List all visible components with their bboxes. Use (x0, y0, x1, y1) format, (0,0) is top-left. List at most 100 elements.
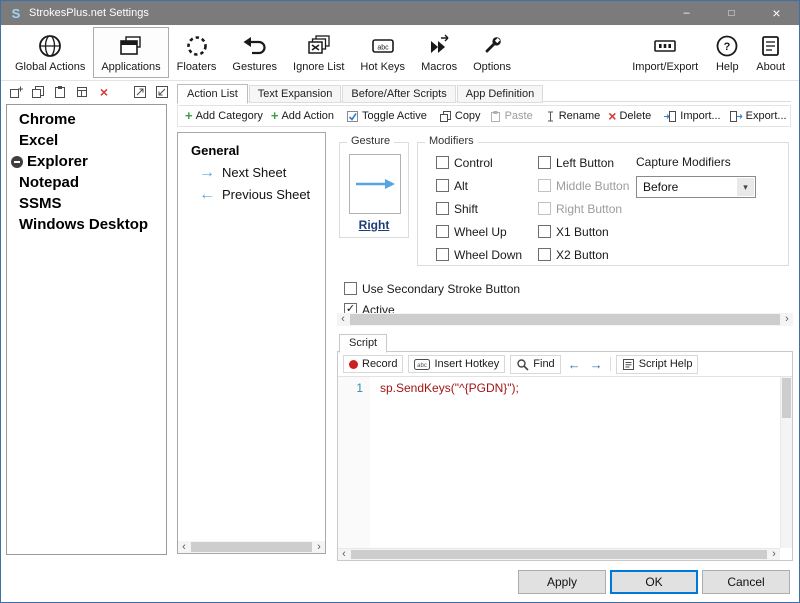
tab-text-expansion[interactable]: Text Expansion (249, 85, 342, 103)
scroll-thumb[interactable] (782, 378, 791, 418)
toolbar-ignore-list[interactable]: Ignore List (285, 27, 352, 78)
maximize-button[interactable] (709, 1, 754, 25)
scroll-thumb[interactable] (350, 314, 780, 325)
scroll-thumb[interactable] (351, 550, 767, 559)
find-button[interactable]: Find (510, 355, 560, 374)
chevron-down-icon[interactable] (737, 178, 754, 196)
navigate-forward-button[interactable] (588, 357, 605, 372)
toolbar-spacer (519, 27, 624, 78)
toolbar-import-export[interactable]: Import/Export (624, 27, 706, 78)
checkbox-box[interactable] (538, 248, 551, 261)
toolbar-gestures[interactable]: Gestures (224, 27, 285, 78)
code-line[interactable]: sp.SendKeys("^{PGDN}"); (370, 377, 519, 548)
toolbar-macros[interactable]: Macros (413, 27, 465, 78)
button-label: Export... (746, 110, 787, 122)
scroll-right-arrow[interactable] (768, 549, 780, 561)
toolbar-floaters[interactable]: Floaters (169, 27, 225, 78)
tree-node-general[interactable]: General (178, 133, 325, 158)
tab-action-list[interactable]: Action List (177, 84, 248, 104)
checkbox-label: Control (454, 156, 493, 170)
script-horizontal-scrollbar[interactable] (338, 548, 780, 560)
tab-script[interactable]: Script (339, 334, 387, 353)
close-button[interactable] (754, 1, 799, 25)
toggle-active-button[interactable]: Toggle Active (342, 109, 431, 124)
paste-application-button[interactable] (51, 84, 69, 100)
tree-node-next-sheet[interactable]: Next Sheet (178, 158, 325, 180)
script-editor[interactable]: 1 sp.SendKeys("^{PGDN}"); (338, 377, 780, 548)
checkbox-box[interactable] (538, 225, 551, 238)
checkbox-alt[interactable]: Alt (436, 174, 522, 197)
delete-application-button[interactable] (95, 84, 113, 100)
toolbar-help[interactable]: ? Help (706, 27, 748, 78)
scroll-right-arrow[interactable] (313, 541, 325, 553)
scroll-thumb[interactable] (191, 542, 312, 552)
script-help-button[interactable]: Script Help (616, 355, 699, 374)
expand-all-button[interactable] (131, 84, 149, 100)
delete-button[interactable]: Delete (604, 108, 655, 125)
export-button[interactable]: Export... (725, 109, 791, 124)
checkbox-box[interactable] (436, 202, 449, 215)
toolbar-applications[interactable]: Applications (93, 27, 168, 78)
scroll-left-arrow[interactable] (338, 549, 350, 561)
tab-before-after-scripts[interactable]: Before/After Scripts (342, 85, 455, 103)
copy-button[interactable]: Copy (435, 109, 485, 124)
checkbox-left-button[interactable]: Left Button (538, 151, 629, 174)
ok-button[interactable]: OK (610, 570, 698, 594)
tab-app-definition[interactable]: App Definition (457, 85, 544, 103)
list-item-ssms[interactable]: SSMS (7, 193, 166, 214)
scroll-track[interactable] (350, 549, 768, 560)
application-properties-button[interactable] (73, 84, 91, 100)
add-application-button[interactable] (7, 84, 25, 100)
list-item-excel[interactable]: Excel (7, 130, 166, 151)
toolbar-global-actions[interactable]: Global Actions (7, 27, 93, 78)
scroll-left-arrow[interactable] (178, 541, 190, 553)
list-item-chrome[interactable]: Chrome (7, 109, 166, 130)
capture-modifiers-dropdown[interactable]: Before (636, 176, 756, 198)
minimize-button[interactable] (664, 1, 709, 25)
list-item-windows-desktop[interactable]: Windows Desktop (7, 214, 166, 235)
checkbox-x2-button[interactable]: X2 Button (538, 243, 629, 266)
checkbox-box[interactable] (436, 248, 449, 261)
list-item-explorer[interactable]: Explorer (7, 151, 166, 172)
toolbar-about[interactable]: About (748, 27, 793, 78)
scroll-track[interactable] (190, 541, 313, 553)
import-button[interactable]: Import... (659, 109, 724, 124)
checkbox-box[interactable] (436, 179, 449, 192)
checkbox-box[interactable] (538, 156, 551, 169)
add-action-button[interactable]: Add Action (267, 108, 338, 124)
scroll-track[interactable] (349, 313, 781, 326)
record-button[interactable]: Record (343, 355, 403, 373)
list-item-notepad[interactable]: Notepad (7, 172, 166, 193)
apply-button[interactable]: Apply (518, 570, 606, 594)
checkbox-shift[interactable]: Shift (436, 197, 522, 220)
scroll-left-arrow[interactable] (337, 314, 349, 326)
cancel-button[interactable]: Cancel (702, 570, 790, 594)
tree-node-previous-sheet[interactable]: Previous Sheet (178, 180, 325, 202)
script-vertical-scrollbar[interactable] (780, 377, 792, 548)
action-tree: General Next Sheet Previous Sheet (177, 132, 326, 554)
gesture-name-link[interactable]: Right (340, 218, 408, 232)
title-bar[interactable]: StrokesPlus.net Settings (1, 1, 799, 25)
insert-hotkey-button[interactable]: abc Insert Hotkey (408, 355, 505, 373)
copy-application-button[interactable] (29, 84, 47, 100)
checkbox-box[interactable] (436, 156, 449, 169)
checkbox-control[interactable]: Control (436, 151, 522, 174)
collapse-all-button[interactable] (153, 84, 171, 100)
rename-button[interactable]: Rename (541, 109, 605, 124)
checkbox-x1-button[interactable]: X1 Button (538, 220, 629, 243)
navigate-back-button[interactable] (566, 357, 583, 372)
toolbar-options[interactable]: Options (465, 27, 519, 78)
paste-button[interactable]: Paste (485, 109, 537, 124)
checkbox-wheel-down[interactable]: Wheel Down (436, 243, 522, 266)
add-category-button[interactable]: Add Category (181, 108, 267, 124)
scroll-right-arrow[interactable] (781, 314, 793, 326)
checkbox-box[interactable] (436, 225, 449, 238)
checkbox-secondary-stroke[interactable]: Use Secondary Stroke Button (344, 277, 520, 300)
collapse-icon[interactable] (11, 156, 23, 168)
tree-horizontal-scrollbar[interactable] (178, 541, 325, 553)
checkbox-wheel-up[interactable]: Wheel Up (436, 220, 522, 243)
checkbox-box[interactable] (344, 282, 357, 295)
toolbar-hot-keys[interactable]: abc Hot Keys (352, 27, 413, 78)
import-icon (663, 110, 677, 123)
detail-horizontal-scrollbar[interactable] (337, 313, 793, 326)
